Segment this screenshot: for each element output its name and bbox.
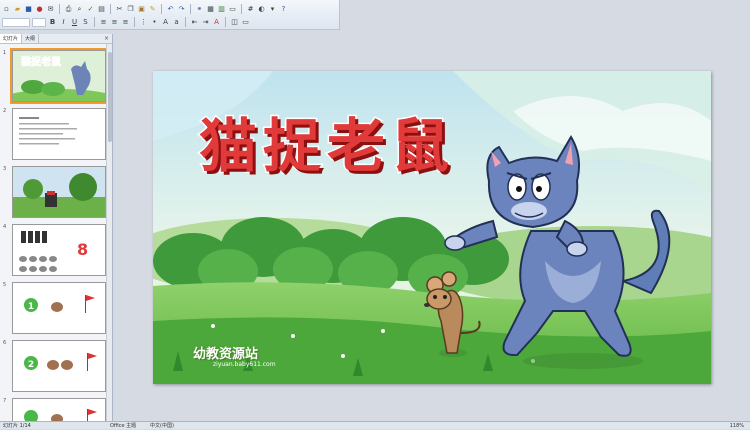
thumbnail-number: 5 xyxy=(3,282,7,288)
bold-icon[interactable]: B xyxy=(48,18,57,27)
font-name-dropdown[interactable] xyxy=(2,17,30,27)
thumbnail-preview: 8 xyxy=(12,224,106,276)
font-color-icon[interactable]: A xyxy=(212,18,221,27)
thumbnail-6-art: 2 xyxy=(13,341,105,391)
separator xyxy=(110,4,111,14)
print-icon[interactable]: ⎙ xyxy=(64,5,73,14)
thumbnail-4-art: 8 xyxy=(13,225,105,275)
tab-slides[interactable]: 幻灯片 xyxy=(0,34,23,43)
copy-icon[interactable]: ❐ xyxy=(126,5,135,14)
slide-canvas[interactable]: 猫捉老鼠 幼教资源站 ziyuan.baby611.com xyxy=(153,71,711,384)
close-icon[interactable]: × xyxy=(104,34,112,43)
zoom-icon[interactable]: ▾ xyxy=(268,5,277,14)
decrease-indent-icon[interactable]: ⇤ xyxy=(190,18,199,27)
table-icon[interactable]: ▦ xyxy=(206,5,215,14)
separator xyxy=(94,17,95,27)
thumbnail-count: 1 xyxy=(28,302,34,312)
separator xyxy=(241,4,242,14)
new-slide-icon[interactable]: ▭ xyxy=(228,5,237,14)
slide-title[interactable]: 猫捉老鼠 xyxy=(197,99,455,183)
email-icon[interactable]: ✉ xyxy=(46,5,55,14)
thumbnail-number: 3 xyxy=(3,166,7,172)
align-left-icon[interactable]: ≡ xyxy=(99,18,108,27)
separator xyxy=(161,4,162,14)
thumbnail-2-art xyxy=(13,109,105,159)
thumbnail-number: 2 xyxy=(3,108,7,114)
thumbnail-3-art xyxy=(13,167,105,217)
new-slide-button[interactable]: ▭ xyxy=(241,18,250,27)
increase-indent-icon[interactable]: ⇥ xyxy=(201,18,210,27)
status-bar: 幻灯片 1/14 Office 主题 中文(中国) 118% xyxy=(0,421,750,429)
thumbnail-count: 2 xyxy=(28,360,34,370)
design-icon[interactable]: ◫ xyxy=(230,18,239,27)
help-icon[interactable]: ? xyxy=(279,5,288,14)
align-center-icon[interactable]: ≡ xyxy=(110,18,119,27)
separator xyxy=(134,17,135,27)
watermark-url: ziyuan.baby611.com xyxy=(213,361,276,368)
slides-pane: 幻灯片 大纲 × 1 猫捉老鼠 2 3 4 8 5 1 6 2 7 xyxy=(0,34,113,421)
italic-icon[interactable]: I xyxy=(59,18,68,27)
thumbnail-number: 4 xyxy=(3,224,7,230)
align-right-icon[interactable]: ≡ xyxy=(121,18,130,27)
save-icon[interactable]: ■ xyxy=(24,5,33,14)
spelling-icon[interactable]: ✓ xyxy=(86,5,95,14)
tab-outline[interactable]: 大纲 xyxy=(22,34,40,43)
pane-tabs: 幻灯片 大纲 × xyxy=(0,34,112,44)
thumbnail-preview: 2 xyxy=(12,340,106,392)
redo-icon[interactable]: ↷ xyxy=(177,5,186,14)
watermark-logo: 幼教资源站 xyxy=(193,347,259,362)
thumbnail-scrollbar[interactable] xyxy=(106,44,112,421)
separator xyxy=(190,4,191,14)
separator xyxy=(185,17,186,27)
thumbnail-title: 猫捉老鼠 xyxy=(21,55,61,68)
scrollbar-thumb[interactable] xyxy=(108,52,112,142)
cut-icon[interactable]: ✂ xyxy=(115,5,124,14)
undo-icon[interactable]: ↶ xyxy=(166,5,175,14)
thumbnail-preview xyxy=(12,166,106,218)
thumbnail-preview xyxy=(12,398,106,421)
separator xyxy=(225,17,226,27)
paste-icon[interactable]: ▣ xyxy=(137,5,146,14)
thumbnail-preview: 猫捉老鼠 xyxy=(10,48,106,104)
thumbnail-number: 6 xyxy=(3,340,7,346)
thumbnail-number: 1 xyxy=(3,50,7,56)
thumbnail-5-art: 1 xyxy=(13,283,105,333)
numbering-icon[interactable]: ⋮ xyxy=(139,18,148,27)
thumbnail-list: 1 猫捉老鼠 2 3 4 8 5 1 6 2 7 xyxy=(0,44,106,421)
thumbnail-count: 8 xyxy=(77,240,88,259)
format-painter-icon[interactable]: ✎ xyxy=(148,5,157,14)
decrease-font-icon[interactable]: a xyxy=(172,18,181,27)
thumbnail-number: 7 xyxy=(3,398,7,404)
toolbar-row-standard: ▫ ▰ ■ ● ✉ ⎙ ⌕ ✓ ▤ ✂ ❐ ▣ ✎ ↶ ↷ ⚭ ▦ ▥ ▭ # … xyxy=(2,3,288,15)
print-preview-icon[interactable]: ⌕ xyxy=(75,5,84,14)
thumbnail-7-art xyxy=(13,399,105,421)
grid-icon[interactable]: # xyxy=(246,5,255,14)
permission-icon[interactable]: ● xyxy=(35,5,44,14)
underline-icon[interactable]: U xyxy=(70,18,79,27)
separator xyxy=(59,4,60,14)
thumbnail-preview: 1 xyxy=(12,282,106,334)
research-icon[interactable]: ▤ xyxy=(97,5,106,14)
toolbar-row-formatting: B I U S ≡ ≡ ≡ ⋮ • A a ⇤ ⇥ A ◫ ▭ xyxy=(2,16,250,28)
thumbnail-1-art: 猫捉老鼠 xyxy=(13,51,105,101)
bullets-icon[interactable]: • xyxy=(150,18,159,27)
hyperlink-icon[interactable]: ⚭ xyxy=(195,5,204,14)
shadow-icon[interactable]: S xyxy=(81,18,90,27)
font-size-dropdown[interactable] xyxy=(32,17,46,27)
thumbnail-preview xyxy=(12,108,106,160)
color-grayscale-icon[interactable]: ◐ xyxy=(257,5,266,14)
open-icon[interactable]: ▰ xyxy=(13,5,22,14)
new-icon[interactable]: ▫ xyxy=(2,5,11,14)
toolbar: ▫ ▰ ■ ● ✉ ⎙ ⌕ ✓ ▤ ✂ ❐ ▣ ✎ ↶ ↷ ⚭ ▦ ▥ ▭ # … xyxy=(0,0,340,30)
chart-icon[interactable]: ▥ xyxy=(217,5,226,14)
increase-font-icon[interactable]: A xyxy=(161,18,170,27)
